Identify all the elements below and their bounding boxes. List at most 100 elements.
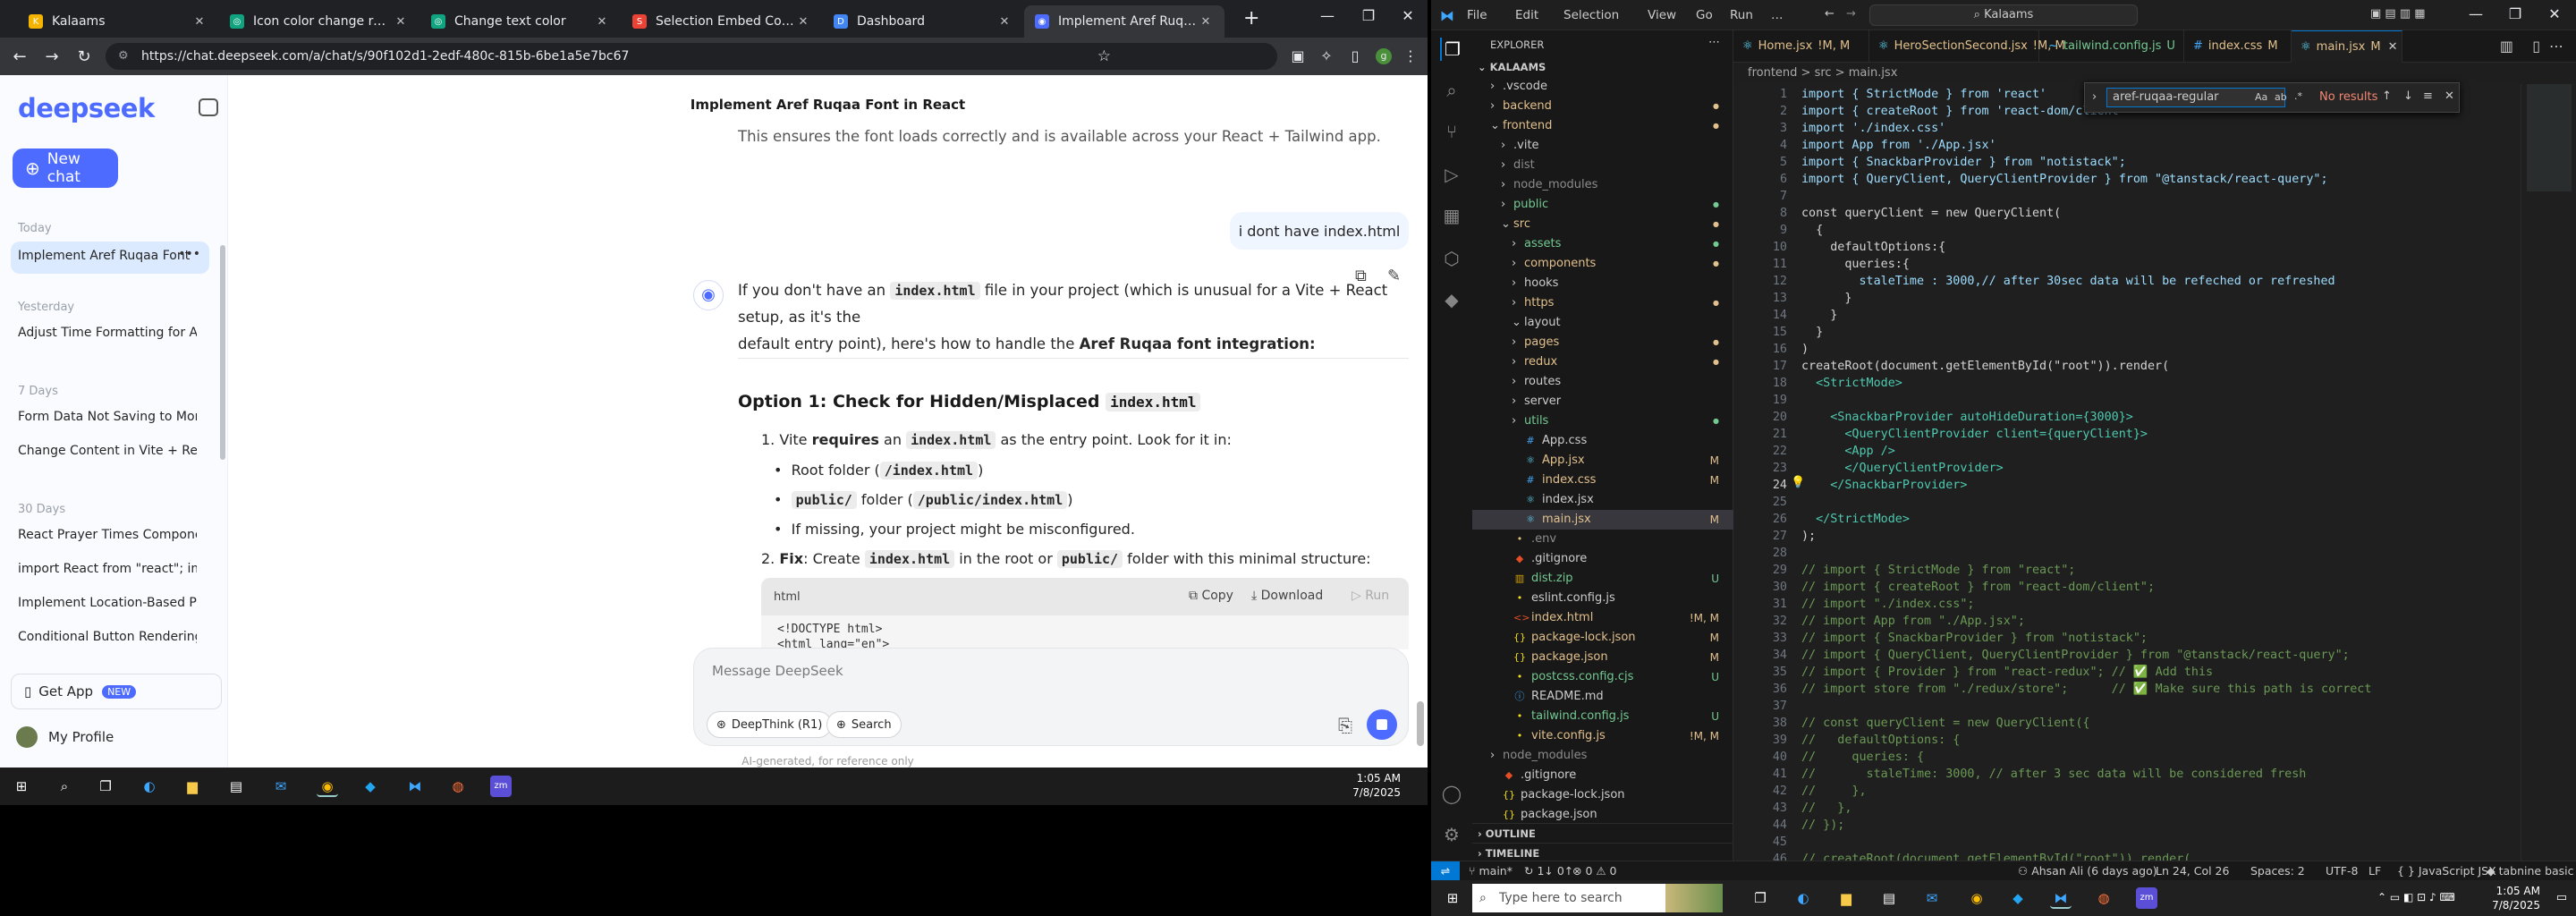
tree-file[interactable]: # index.css M [1472, 471, 1733, 490]
tree-file[interactable]: • .env [1472, 530, 1733, 549]
tree-file[interactable]: # App.css [1472, 431, 1733, 451]
browser-tab[interactable]: ◉ Implement Aref Ruqaa Font✕ [1024, 5, 1224, 38]
previous-match-icon[interactable]: ↑ [2382, 89, 2392, 103]
close-find-icon[interactable]: ✕ [2445, 89, 2454, 103]
tree-folder[interactable]: › node_modules [1472, 746, 1733, 766]
run-debug-icon[interactable]: ▷ [1440, 163, 1463, 186]
git-blame[interactable]: ⚇ Ahsan Ali (6 days ago) [2018, 861, 2157, 881]
match-case-icon[interactable]: Aa [2255, 91, 2267, 103]
search-icon[interactable]: ⌕ [1440, 79, 1463, 102]
sync-status[interactable]: ↻ 1↓ 0↑ [1524, 861, 1573, 881]
remote-explorer-icon[interactable]: ⬡ [1440, 247, 1463, 270]
task-view-icon[interactable]: ❐ [95, 776, 116, 797]
tree-folder[interactable]: › assets ● [1472, 234, 1733, 254]
tree-file[interactable]: • postcss.config.cjs U [1472, 667, 1733, 687]
tree-folder[interactable]: › backend ● [1472, 97, 1733, 116]
whole-word-icon[interactable]: ab [2275, 91, 2287, 103]
regex-icon[interactable]: .* [2294, 90, 2302, 102]
settings-gear-icon[interactable]: ⚙ [1440, 823, 1463, 846]
indentation[interactable]: Spaces: 2 [2250, 861, 2305, 881]
tree-file[interactable]: {} package.json M [1472, 648, 1733, 667]
close-tab-icon[interactable]: ✕ [996, 15, 1013, 29]
tabnine-icon[interactable]: ◆ [1440, 288, 1463, 311]
tree-file[interactable]: ◆ .gitignore [1472, 766, 1733, 785]
download-code-button[interactable]: ⤓ Download [1251, 589, 1323, 603]
menu-view[interactable]: View [1648, 8, 1676, 22]
attach-file-icon[interactable]: ⎘ [1338, 715, 1352, 736]
tree-file[interactable]: {} package-lock.json M [1472, 628, 1733, 648]
chrome-menu-icon[interactable]: ⋮ [1402, 48, 1419, 64]
new-tab-button[interactable]: + [1233, 2, 1259, 34]
sidepanel-icon[interactable]: ▯ [1347, 48, 1363, 64]
layout-icons[interactable]: ▣ ▤ ▥ ▦ [2370, 7, 2426, 21]
timeline-section[interactable]: › TIMELINE [1472, 843, 1733, 862]
split-editor-icon[interactable]: ▥ [2500, 38, 2513, 55]
editor-tab[interactable]: # index.css M [2184, 30, 2292, 63]
tree-file[interactable]: <> index.html !M, M [1472, 608, 1733, 628]
minimap[interactable] [2521, 84, 2576, 869]
lightbulb-icon[interactable]: 💡 [1791, 476, 1805, 489]
history-item[interactable]: import React from "react"; impor [18, 562, 197, 576]
end-of-line[interactable]: LF [2368, 861, 2381, 881]
tree-folder[interactable]: › .vscode [1472, 77, 1733, 97]
tree-file[interactable]: • vite.config.js !M, M [1472, 726, 1733, 746]
maximize-icon[interactable]: ❐ [2497, 5, 2533, 22]
tree-folder[interactable]: › pages ● [1472, 333, 1733, 352]
menu-selection[interactable]: Selection [1563, 8, 1619, 22]
clock[interactable]: 1:05 AM 7/8/2025 [1352, 771, 1401, 800]
menu-edit[interactable]: Edit [1515, 8, 1538, 22]
more-actions-icon[interactable]: ⋯ [1708, 36, 1720, 49]
notification-icon[interactable]: ▭ [2556, 891, 2567, 904]
reload-icon[interactable]: ↻ [68, 47, 100, 66]
tree-file[interactable]: {} package-lock.json [1472, 785, 1733, 805]
tree-file[interactable]: ⚛ App.jsx M [1472, 451, 1733, 471]
browser-tab[interactable]: ◎ Icon color change request✕ [219, 5, 419, 38]
chrome-taskbar-icon[interactable]: ◉ [1966, 887, 1987, 909]
editor-tab[interactable]: ⚛ Home.jsx !M, M [1733, 30, 1869, 63]
tree-folder[interactable]: › server [1472, 392, 1733, 411]
tree-folder[interactable]: › hooks [1472, 274, 1733, 293]
edge-icon[interactable]: ◐ [1792, 887, 1814, 909]
more-options-icon[interactable]: ••• [178, 247, 200, 261]
forward-icon[interactable]: → [36, 47, 68, 66]
task-view-icon[interactable]: ❐ [1750, 887, 1771, 909]
maximize-icon[interactable]: ❐ [1351, 7, 1386, 24]
edge-icon[interactable]: ◐ [139, 776, 160, 797]
history-item[interactable]: Conditional Button Rendering w [18, 630, 197, 644]
extension-icon[interactable]: ▣ [1290, 48, 1306, 64]
new-chat-button[interactable]: ⊕ New chat [13, 148, 118, 188]
copy-code-button[interactable]: ⧉ Copy [1189, 589, 1233, 603]
next-match-icon[interactable]: ↓ [2403, 89, 2413, 103]
store-icon[interactable]: ▤ [1878, 887, 1900, 909]
menu-file[interactable]: File [1467, 8, 1487, 22]
zoom-icon[interactable]: zm [490, 776, 512, 797]
history-item[interactable]: Implement Location-Based Praye [18, 596, 197, 610]
minimize-icon[interactable]: — [1309, 7, 1345, 24]
editor-tab[interactable]: ⚛ main.jsx M ✕ [2292, 30, 2402, 63]
tree-file[interactable]: ◆ .gitignore [1472, 549, 1733, 569]
encoding[interactable]: UTF-8 [2326, 861, 2358, 881]
language-mode[interactable]: { } JavaScript JSX [2397, 861, 2496, 881]
tree-file[interactable]: {} package.json [1472, 805, 1733, 825]
tree-folder[interactable]: › utils ● [1472, 411, 1733, 431]
history-item-active[interactable]: Implement Aref Ruqaa Font ••• [11, 242, 209, 274]
cursor-position[interactable]: Ln 24, Col 26 [2156, 861, 2229, 881]
close-tab-icon[interactable]: ✕ [594, 15, 610, 29]
tree-folder[interactable]: ⌄ frontend ● [1472, 116, 1733, 136]
chat-scrollbar[interactable] [1417, 701, 1424, 746]
tree-folder[interactable]: › dist [1472, 156, 1733, 175]
workspace-root[interactable]: ⌄ KALAAMS [1472, 57, 1733, 77]
tree-file[interactable]: ▥ dist.zip U [1472, 569, 1733, 589]
extensions-puzzle-icon[interactable]: ✧ [1318, 48, 1335, 64]
minimize-icon[interactable]: — [2458, 5, 2494, 22]
vscode-alt-icon[interactable]: ◆ [360, 776, 381, 797]
close-tab-icon[interactable]: ✕ [2388, 40, 2398, 54]
zoom-icon[interactable]: zm [2136, 887, 2157, 909]
history-item[interactable]: React Prayer Times Component [18, 528, 197, 542]
windows-start-icon[interactable]: ⊞ [11, 776, 32, 797]
toggle-sidebar-icon[interactable]: ▯ [2532, 38, 2540, 55]
editor-tab[interactable]: ⚛ HeroSectionSecond.jsx !M, M [1869, 30, 2065, 63]
tree-file[interactable]: • tailwind.config.js U [1472, 707, 1733, 726]
outline-section[interactable]: › OUTLINE [1472, 823, 1733, 843]
nav-back-icon[interactable]: ← [1825, 7, 1835, 21]
